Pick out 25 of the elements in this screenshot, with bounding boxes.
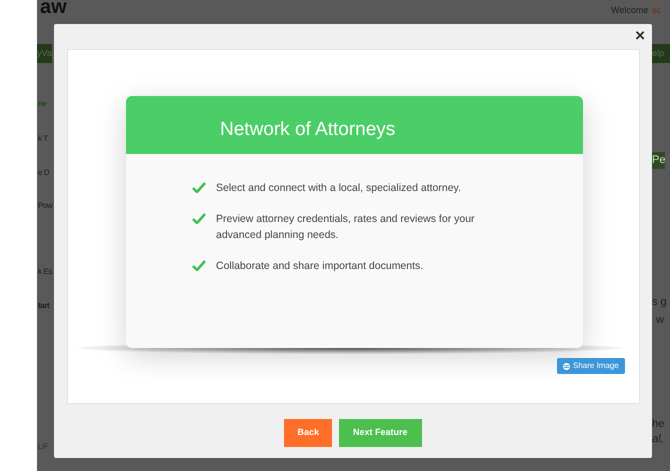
close-button[interactable]: ×: [633, 26, 647, 46]
feature-text: Preview attorney credentials, rates and reviews for your advanced planning needs.: [216, 212, 476, 243]
site-logo: aw: [40, 0, 67, 20]
sidebar-text[interactable]: tart: [38, 300, 50, 312]
next-button[interactable]: Next Feature: [338, 419, 422, 446]
page-text: s g: [652, 295, 667, 310]
welcome-text: Welcome: [611, 4, 648, 17]
sidebar-text[interactable]: k T: [38, 133, 48, 145]
sidebar-text[interactable]: e D: [38, 167, 50, 179]
page-text: he: [652, 417, 664, 432]
feature-text: Select and connect with a local, specialized attorney.: [216, 181, 462, 196]
checkmark-icon: [192, 213, 206, 224]
sidebar-text[interactable]: k Es: [38, 266, 52, 278]
share-image-button[interactable]: Share Image: [557, 358, 625, 374]
page-text: w: [656, 313, 664, 328]
feature-text: Collaborate and share important documents.: [216, 259, 424, 274]
sidebar-text: ne: [38, 98, 47, 110]
username-link[interactable]: sc: [652, 4, 661, 18]
card-title: Network of Attorneys: [126, 96, 583, 154]
checkmark-icon: [192, 260, 206, 271]
page-text[interactable]: Pe: [652, 152, 666, 168]
page-text: al,: [652, 432, 664, 447]
checkmark-icon: [192, 182, 206, 193]
back-button[interactable]: Back: [284, 419, 332, 446]
sidebar-text[interactable]: Pow: [38, 200, 52, 212]
